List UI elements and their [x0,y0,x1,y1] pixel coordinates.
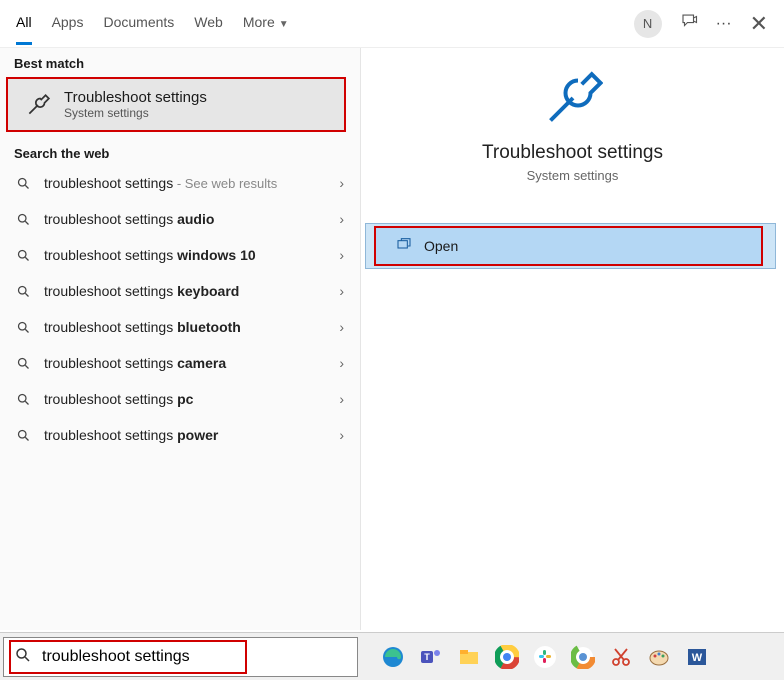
wrench-icon-large [543,68,603,128]
web-result-item[interactable]: troubleshoot settings - See web results› [0,165,360,201]
taskbar-slack-icon[interactable] [529,641,561,673]
open-label: Open [424,238,458,254]
tab-documents[interactable]: Documents [103,2,174,45]
search-icon [14,318,32,336]
taskbar-teams-icon[interactable]: T [415,641,447,673]
top-bar: All Apps Documents Web More▼ N ··· ✕ [0,0,784,48]
chevron-right-icon: › [339,355,344,371]
web-result-item[interactable]: troubleshoot settings pc› [0,381,360,417]
filter-tabs: All Apps Documents Web More▼ [16,2,289,45]
tab-more[interactable]: More▼ [243,2,289,45]
web-result-text: troubleshoot settings windows 10 [44,247,339,263]
results-panel: Best match Troubleshoot settings System … [0,48,360,630]
chevron-right-icon: › [339,319,344,335]
tab-web[interactable]: Web [194,2,223,45]
open-icon [396,236,412,256]
svg-text:T: T [424,652,430,662]
close-button[interactable]: ✕ [750,11,768,37]
section-search-web: Search the web [0,138,360,165]
chevron-down-icon: ▼ [279,19,289,30]
chevron-right-icon: › [339,211,344,227]
taskbar: T W [0,632,784,680]
chevron-right-icon: › [339,175,344,191]
chevron-right-icon: › [339,427,344,443]
wrench-icon [24,91,52,119]
search-icon [14,210,32,228]
best-match-item[interactable]: Troubleshoot settings System settings [6,77,346,132]
tab-apps[interactable]: Apps [52,2,84,45]
section-best-match: Best match [0,48,360,75]
open-button[interactable]: Open [374,226,763,266]
taskbar-edge-icon[interactable] [377,641,409,673]
chevron-right-icon: › [339,247,344,263]
preview-title: Troubleshoot settings [361,142,784,164]
search-icon [14,390,32,408]
search-box[interactable] [3,637,358,677]
taskbar-chrome-beta-icon[interactable] [567,641,599,673]
search-icon [14,174,32,192]
search-input[interactable] [42,648,347,666]
svg-text:W: W [692,652,703,664]
search-icon [14,246,32,264]
best-match-subtitle: System settings [64,106,207,120]
web-result-text: troubleshoot settings - See web results [44,175,339,191]
user-avatar[interactable]: N [634,10,662,38]
preview-subtitle: System settings [361,168,784,183]
taskbar-explorer-icon[interactable] [453,641,485,673]
web-result-item[interactable]: troubleshoot settings bluetooth› [0,309,360,345]
best-match-title: Troubleshoot settings [64,89,207,106]
web-result-text: troubleshoot settings power [44,427,339,443]
web-result-text: troubleshoot settings bluetooth [44,319,339,335]
search-icon [14,426,32,444]
more-options-icon[interactable]: ··· [716,15,732,33]
web-result-item[interactable]: troubleshoot settings windows 10› [0,237,360,273]
web-results-list: troubleshoot settings - See web results›… [0,165,360,453]
chevron-right-icon: › [339,283,344,299]
web-result-item[interactable]: troubleshoot settings power› [0,417,360,453]
web-result-item[interactable]: troubleshoot settings camera› [0,345,360,381]
web-result-text: troubleshoot settings camera [44,355,339,371]
taskbar-snip-icon[interactable] [605,641,637,673]
taskbar-chrome-icon[interactable] [491,641,523,673]
web-result-text: troubleshoot settings keyboard [44,283,339,299]
preview-panel: Troubleshoot settings System settings Op… [360,48,784,630]
tab-all[interactable]: All [16,2,32,45]
search-icon [14,646,32,667]
feedback-icon[interactable] [680,12,698,35]
main-content: Best match Troubleshoot settings System … [0,48,784,630]
search-icon [14,354,32,372]
web-result-item[interactable]: troubleshoot settings keyboard› [0,273,360,309]
search-icon [14,282,32,300]
web-result-text: troubleshoot settings pc [44,391,339,407]
web-result-item[interactable]: troubleshoot settings audio› [0,201,360,237]
taskbar-word-icon[interactable]: W [681,641,713,673]
taskbar-icons: T W [377,641,713,673]
web-result-text: troubleshoot settings audio [44,211,339,227]
chevron-right-icon: › [339,391,344,407]
taskbar-paint-icon[interactable] [643,641,675,673]
